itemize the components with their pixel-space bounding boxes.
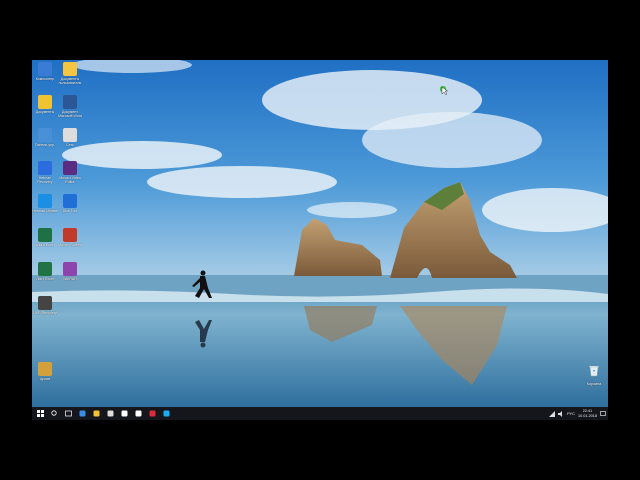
clock[interactable]: 22:41 10.01.2018 — [578, 409, 597, 418]
desktop-shortcut-1[interactable]: Компьютер — [32, 62, 58, 81]
folder-icon — [63, 62, 77, 76]
desktop-shortcut-13[interactable]: Лист Excel — [32, 262, 58, 281]
desktop-shortcut-10[interactable]: Disk Tool — [57, 194, 83, 213]
desktop-shortcut-6[interactable]: Сеть — [57, 128, 83, 147]
owl-icon — [38, 161, 52, 175]
taskbar-button-edge[interactable] — [75, 407, 89, 420]
store-icon — [107, 410, 113, 417]
network-icon — [63, 128, 77, 142]
desktop-shortcut-9[interactable]: Hetman Update — [32, 194, 58, 213]
start-button-icon — [36, 410, 44, 417]
skype-icon — [163, 410, 169, 417]
taskbar-button-task-view[interactable] — [61, 407, 75, 420]
desktop-shortcut-8[interactable]: Movavi Video Editor — [57, 161, 83, 184]
desktop-shortcut-label: Movavi Screen — [58, 243, 82, 247]
file-explorer-icon — [93, 410, 99, 417]
taskbar-button-skype[interactable] — [159, 407, 173, 420]
desktop-shortcut-label: Hetman Recovery — [37, 176, 53, 184]
desktop-shortcut-12[interactable]: Movavi Screen — [57, 228, 83, 247]
desktop-shortcut-16[interactable]: Архив — [32, 362, 58, 381]
task-view-icon — [64, 410, 72, 417]
gear-blue-icon — [38, 194, 52, 208]
desktop-shortcut-14[interactable]: WinRAR — [57, 262, 83, 281]
language-indicator[interactable]: РУС — [567, 411, 575, 416]
desktop-shortcut-label: Disk Tool — [62, 209, 78, 213]
hdd-icon — [63, 194, 77, 208]
paint-icon — [63, 228, 77, 242]
taskbar-button-store[interactable] — [103, 407, 117, 420]
volume-tray-icon[interactable] — [557, 410, 564, 417]
taskbar-button-search[interactable] — [47, 407, 61, 420]
archive-icon — [38, 362, 52, 376]
desktop-shortcut-label: Книга Excel — [35, 243, 55, 247]
taskbar-button-opera[interactable] — [145, 407, 159, 420]
recycle-bin-icon — [589, 366, 599, 377]
desktop-shortcut-11[interactable]: Книга Excel — [32, 228, 58, 247]
desktop-shortcut-label: Компьютер — [35, 77, 55, 81]
taskbar-button-yandex[interactable] — [131, 407, 145, 420]
desktop-shortcut-label: Документ Microsoft Word — [57, 110, 83, 118]
desktop-shortcut-7[interactable]: Hetman Recovery — [32, 161, 58, 184]
desktop-shortcut-label: Лист Excel — [36, 277, 54, 281]
taskbar-button-start-button[interactable] — [33, 407, 47, 420]
desktop-shortcut-15[interactable]: USB Recovery — [32, 296, 58, 315]
mail-icon — [121, 410, 127, 417]
desktop-shortcut-label: Панель упр. — [34, 143, 56, 147]
excel-icon — [38, 228, 52, 242]
taskbar: РУС 22:41 10.01.2018 — [32, 407, 608, 420]
mouse-cursor-icon — [440, 86, 448, 96]
opera-icon — [149, 410, 155, 417]
desktop-shortcut-label: Архив — [39, 377, 51, 381]
desktop-shortcut-3[interactable]: Документы — [32, 95, 58, 114]
network-tray-icon[interactable] — [548, 410, 555, 417]
desktop-shortcut-label: Документы пользователя — [58, 77, 82, 85]
winrar-icon — [63, 262, 77, 276]
installer-icon — [38, 296, 52, 310]
excel2-icon — [38, 262, 52, 276]
search-icon — [50, 410, 57, 416]
system-tray: РУС 22:41 10.01.2018 — [548, 407, 606, 420]
recycle-bin-shortcut[interactable]: Корзина — [582, 364, 606, 386]
clock-date: 10.01.2018 — [577, 413, 597, 418]
yandex-icon — [135, 410, 141, 417]
desktop-shortcut-4[interactable]: Документ Microsoft Word — [57, 95, 83, 118]
desktop-shortcut-5[interactable]: Панель упр. — [32, 128, 58, 147]
control-panel-icon — [38, 128, 52, 142]
edge-icon — [79, 410, 85, 417]
desktop-shortcut-label: Movavi Video Editor — [59, 176, 81, 184]
recycle-bin-label: Корзина — [586, 382, 602, 386]
recycle-like-icon-1 — [38, 62, 52, 76]
media-icon — [63, 161, 77, 175]
desktop-shortcut-label: Сеть — [66, 143, 74, 147]
desktop-shortcut-label: WinRAR — [63, 277, 77, 281]
desktop-shortcut-2[interactable]: Документы пользователя — [57, 62, 83, 85]
notification-center-icon[interactable] — [600, 410, 606, 417]
desktop-shortcut-label: Документы — [35, 110, 55, 114]
desktop-shortcut-label: USB Recovery — [33, 311, 57, 315]
taskbar-button-file-explorer[interactable] — [89, 407, 103, 420]
desktop-screen: Компьютер Документы пользователя Документы… — [32, 60, 608, 420]
taskbar-button-mail[interactable] — [117, 407, 131, 420]
desktop-wallpaper — [32, 60, 608, 407]
word-icon — [63, 95, 77, 109]
desktop-shortcut-label: Hetman Update — [32, 209, 58, 213]
folder-yellow-icon — [38, 95, 52, 109]
